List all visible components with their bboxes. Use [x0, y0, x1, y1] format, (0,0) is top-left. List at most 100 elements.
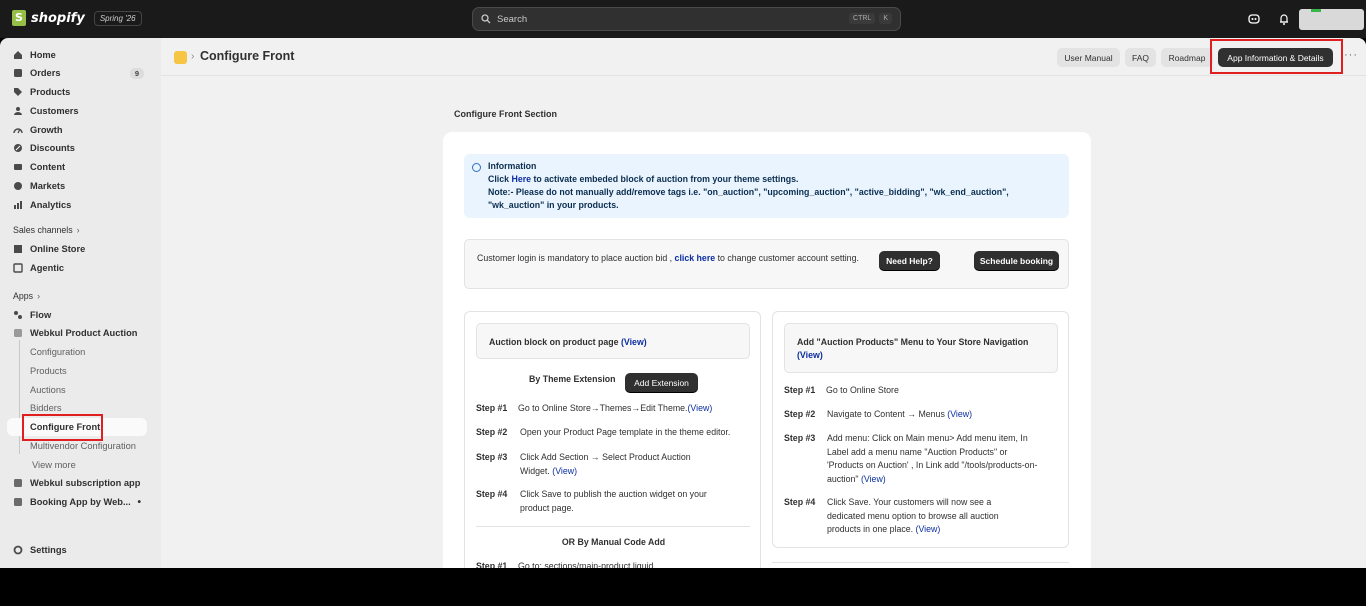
sidebar-subitem-configuration[interactable]: Configuration [0, 343, 150, 361]
login-text: to change customer account setting. [715, 253, 859, 263]
sidebar-label: Products [30, 87, 71, 97]
divider [476, 526, 750, 527]
sidebar-subitem-auctions[interactable]: Auctions [0, 381, 150, 399]
unread-dot-icon: • [137, 496, 141, 508]
auction-block-panel: Auction block on product page (View) By … [464, 311, 761, 568]
highlight-box-app-info [1210, 39, 1343, 74]
search-input[interactable]: Search CTRL K [472, 7, 901, 31]
sidebar-subitem-multivendor[interactable]: Multivendor Configuration [0, 437, 150, 455]
sidebar-item-webkul-auction[interactable]: Webkul Product Auction [0, 324, 150, 342]
sidebar-item-markets[interactable]: Markets [0, 177, 150, 195]
add-extension-button[interactable]: Add Extension [625, 373, 698, 392]
view-link[interactable]: (View) [861, 474, 886, 484]
sidebar-item-products[interactable]: Products [0, 83, 150, 101]
auction-block-title-box: Auction block on product page (View) [476, 323, 750, 359]
sidebar-label: Online Store [30, 244, 86, 254]
sidebar-apps-heading[interactable]: Apps › [0, 287, 150, 305]
by-theme-extension-label: By Theme Extension [529, 374, 616, 384]
orders-icon [14, 69, 22, 77]
roadmap-button[interactable]: Roadmap [1161, 48, 1213, 67]
sidebar-item-content[interactable]: Content [0, 158, 150, 176]
step-text: Add menu: Click on Main menu> Add menu i… [827, 433, 1038, 484]
app-icon[interactable] [174, 51, 187, 64]
search-placeholder: Search [497, 13, 528, 25]
step-number: Step #1 [476, 403, 508, 413]
step-text: Navigate to Content → Menus [827, 409, 945, 419]
sidebar-item-online-store[interactable]: Online Store [0, 240, 150, 258]
page-header: › Configure Front User Manual FAQ Roadma… [161, 38, 1366, 76]
sidebar-view-more[interactable]: View more [0, 456, 150, 474]
manual-code-heading: OR By Manual Code Add [561, 537, 666, 547]
step-number: Step #2 [476, 427, 508, 437]
sidebar-item-customers[interactable]: Customers [0, 102, 150, 120]
sidebar-label: Webkul subscription app [30, 478, 141, 488]
step-number: Step #1 [476, 561, 508, 568]
store-icon [14, 245, 22, 253]
panel-title: Add "Auction Products" Menu to Your Stor… [797, 337, 1029, 347]
shopify-logo[interactable]: shopify Spring '26 [12, 10, 142, 26]
main-area: › Configure Front User Manual FAQ Roadma… [161, 38, 1366, 568]
sidebar-sales-channels-heading[interactable]: Sales channels › [0, 221, 150, 239]
step-number: Step #4 [784, 497, 816, 507]
sidebar-label: Flow [30, 310, 52, 320]
bell-icon[interactable] [1277, 12, 1291, 26]
faq-button[interactable]: FAQ [1125, 48, 1156, 67]
discount-icon [14, 144, 22, 152]
step-text: Go to Online Store [826, 385, 899, 395]
info-heading: Information [488, 161, 537, 171]
info-here-link[interactable]: Here [511, 174, 531, 184]
user-manual-button[interactable]: User Manual [1057, 48, 1120, 67]
analytics-icon [14, 201, 22, 209]
app-icon [14, 498, 22, 506]
sidebar-item-orders[interactable]: Orders 9 [0, 64, 150, 82]
click-here-link[interactable]: click here [675, 253, 716, 263]
more-actions-icon[interactable]: ··· [1344, 49, 1358, 61]
info-line-1: Click Here to activate embeded block of … [488, 174, 798, 184]
sidebar-item-home[interactable]: Home [0, 46, 150, 64]
navigation-menu-title-box: Add "Auction Products" Menu to Your Stor… [784, 323, 1058, 373]
sidebar-item-analytics[interactable]: Analytics [0, 196, 150, 214]
store-account-button[interactable] [1299, 9, 1364, 30]
sidebar-label: Markets [30, 181, 66, 191]
login-text: Customer login is mandatory to place auc… [477, 253, 675, 263]
sidebar-item-growth[interactable]: Growth [0, 121, 150, 139]
chevron-right-icon: › [191, 51, 195, 62]
schedule-booking-button[interactable]: Schedule booking [974, 251, 1059, 270]
sidebar-label: Orders [30, 68, 61, 78]
need-help-button[interactable]: Need Help? [879, 251, 940, 270]
info-line-3: "wk_auction" in your products. [488, 200, 619, 210]
sidebar-label: Multivendor Configuration [30, 441, 136, 451]
left-manual-step-1: Step #1 Go to: sections/main-product.liqu… [476, 560, 752, 568]
sidebar-label: Sales channels [13, 225, 73, 235]
sidebar-label: Apps [13, 291, 34, 301]
sidebar-item-settings[interactable]: Settings [0, 541, 150, 559]
step-number: Step #3 [784, 433, 816, 443]
sidebar-label: Analytics [30, 200, 72, 210]
sidebar-item-agentic[interactable]: Agentic [0, 259, 150, 277]
app-icon [14, 479, 22, 487]
view-link[interactable]: (View) [916, 524, 941, 534]
view-link[interactable]: (View) [621, 337, 647, 347]
sidebar-subitem-products[interactable]: Products [0, 362, 150, 380]
customer-login-notice: Customer login is mandatory to place auc… [464, 239, 1069, 289]
view-link[interactable]: (View) [688, 403, 713, 413]
view-link[interactable]: (View) [947, 409, 972, 419]
sidebar-item-webkul-subscription[interactable]: Webkul subscription app [0, 474, 150, 492]
gear-icon [13, 545, 23, 555]
sidebar-item-flow[interactable]: Flow [0, 306, 150, 324]
panel-title: Auction block on product page [489, 337, 621, 347]
step-number: Step #1 [784, 385, 816, 395]
content-icon [14, 164, 22, 170]
sidebar-item-discounts[interactable]: Discounts [0, 139, 150, 157]
view-link[interactable]: (View) [552, 466, 577, 476]
sidebar-label: View more [32, 460, 76, 470]
configure-front-card: Information Click Here to activate embed… [443, 132, 1091, 568]
info-icon [472, 163, 481, 172]
info-text: to activate embeded block of auction fro… [531, 174, 799, 184]
step-number: Step #4 [476, 489, 508, 499]
sidebar-item-booking-app[interactable]: Booking App by Web... • [0, 493, 150, 511]
view-link[interactable]: (View) [797, 350, 823, 360]
sidekick-icon[interactable] [1247, 12, 1261, 26]
info-line-2: Note:- Please do not manually add/remove… [488, 187, 1009, 197]
shortcut-ctrl: CTRL [849, 13, 876, 24]
